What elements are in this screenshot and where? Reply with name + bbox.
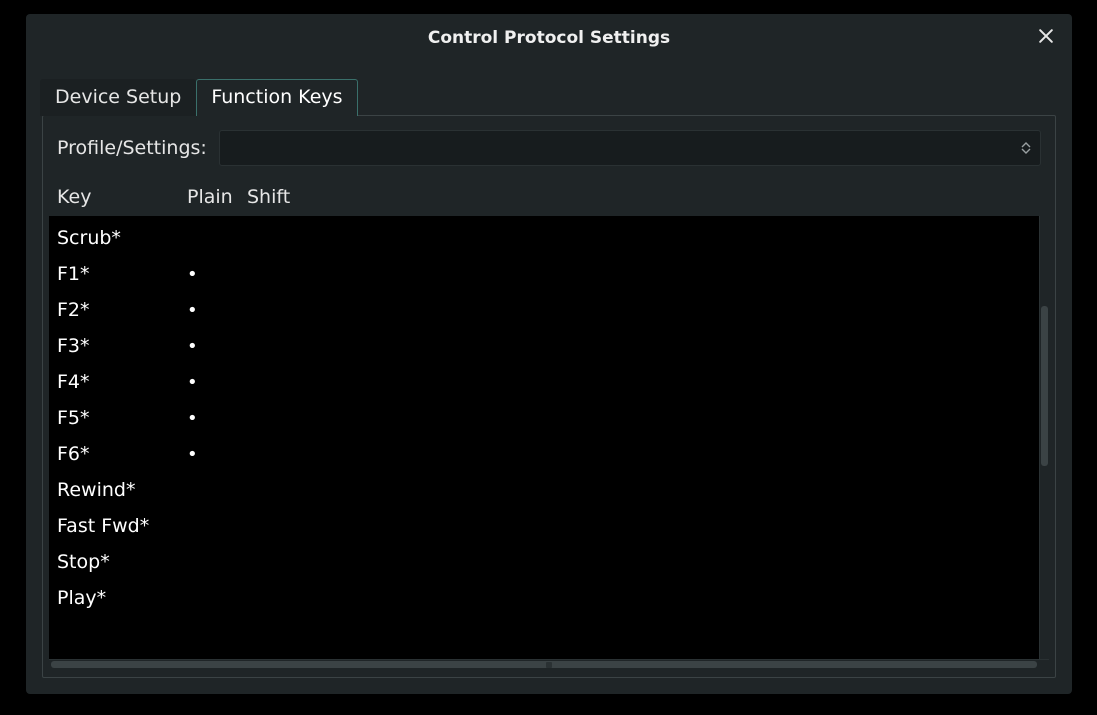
tab-strip: Device Setup Function Keys [40, 78, 1056, 115]
vertical-scrollbar[interactable] [1039, 216, 1049, 659]
table-row[interactable]: F6*• [49, 436, 1039, 472]
window-title: Control Protocol Settings [428, 28, 670, 48]
cell-key: Stop* [57, 551, 187, 573]
col-header-key[interactable]: Key [57, 186, 187, 208]
profile-row: Profile/Settings: [43, 130, 1055, 180]
table-row[interactable]: F4*• [49, 364, 1039, 400]
profile-combobox[interactable] [219, 130, 1041, 166]
table-header: Key Plain Shift [49, 180, 1049, 216]
scrollbar-grip-icon [546, 662, 552, 668]
cell-key: Fast Fwd* [57, 515, 187, 537]
cell-plain[interactable]: • [187, 444, 247, 465]
horizontal-scrollbar[interactable] [49, 659, 1049, 669]
profile-label: Profile/Settings: [57, 137, 207, 159]
col-header-shift[interactable]: Shift [247, 186, 307, 208]
table-row[interactable]: Stop* [49, 544, 1039, 580]
cell-plain[interactable]: • [187, 372, 247, 393]
vertical-scrollbar-thumb[interactable] [1041, 306, 1048, 466]
cell-plain[interactable]: • [187, 408, 247, 429]
cell-plain[interactable]: • [187, 336, 247, 357]
titlebar: Control Protocol Settings [26, 14, 1072, 62]
key-table: Key Plain Shift Scrub*F1*•F2*•F3*•F4*•F5… [43, 180, 1055, 669]
table-body-outer: Scrub*F1*•F2*•F3*•F4*•F5*•F6*•Rewind*Fas… [49, 216, 1049, 659]
cell-plain[interactable]: • [187, 264, 247, 285]
tab-panel-function-keys: Profile/Settings: Key Plain Shift Scrub* [42, 115, 1056, 678]
combo-spinner-icon [1018, 138, 1034, 158]
cell-plain[interactable]: • [187, 300, 247, 321]
cell-key: Play* [57, 587, 187, 609]
cell-key: F2* [57, 299, 187, 321]
table-row[interactable]: F1*• [49, 256, 1039, 292]
table-row[interactable]: Scrub* [49, 220, 1039, 256]
tab-device-setup[interactable]: Device Setup [40, 79, 196, 116]
table-body[interactable]: Scrub*F1*•F2*•F3*•F4*•F5*•F6*•Rewind*Fas… [49, 216, 1039, 659]
table-row[interactable]: F2*• [49, 292, 1039, 328]
table-row[interactable]: Play* [49, 580, 1039, 616]
cell-key: Scrub* [57, 227, 187, 249]
cell-key: Rewind* [57, 479, 187, 501]
close-button[interactable] [1032, 24, 1060, 52]
table-row[interactable]: Fast Fwd* [49, 508, 1039, 544]
table-row[interactable]: F5*• [49, 400, 1039, 436]
cell-key: F3* [57, 335, 187, 357]
horizontal-scrollbar-thumb[interactable] [51, 661, 1037, 668]
tab-label: Function Keys [211, 86, 342, 108]
cell-key: F4* [57, 371, 187, 393]
cell-key: F5* [57, 407, 187, 429]
dialog-window: Control Protocol Settings Device Setup F… [26, 14, 1072, 694]
table-row[interactable]: F3*• [49, 328, 1039, 364]
cell-key: F1* [57, 263, 187, 285]
tab-label: Device Setup [55, 86, 181, 108]
tab-function-keys[interactable]: Function Keys [196, 79, 357, 116]
dialog-body: Device Setup Function Keys Profile/Setti… [26, 62, 1072, 694]
col-header-plain[interactable]: Plain [187, 186, 247, 208]
cell-key: F6* [57, 443, 187, 465]
table-row[interactable]: Rewind* [49, 472, 1039, 508]
close-icon [1036, 26, 1056, 50]
